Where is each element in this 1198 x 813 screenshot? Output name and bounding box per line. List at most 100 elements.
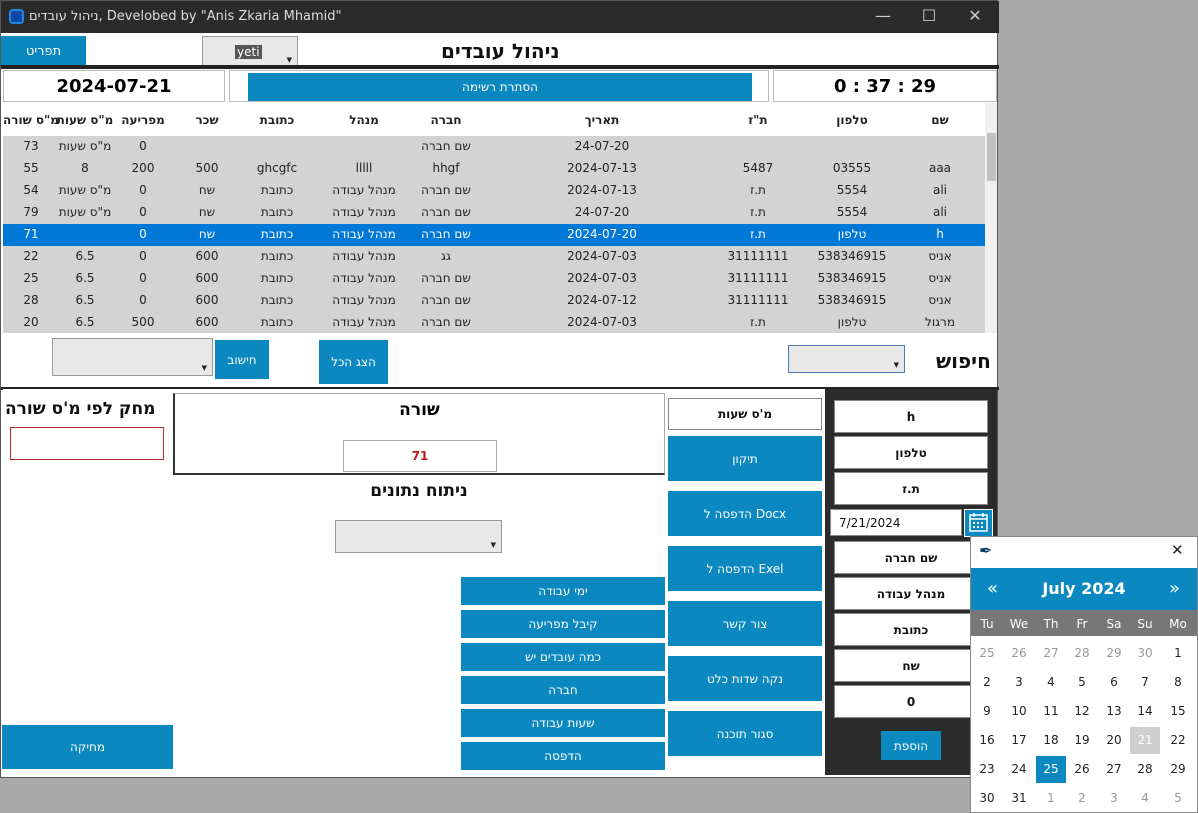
table-row[interactable]: מרגול טלפון ת.ז 2024-07-03 שם חברה מנהל עבודה… [3, 312, 985, 333]
calendar-day[interactable]: 23 [972, 756, 1002, 783]
contact-button[interactable]: צור קשר [668, 601, 822, 646]
employee-count-button[interactable]: כמה עובדים יש [461, 643, 665, 671]
calendar-day[interactable]: 10 [1004, 698, 1034, 725]
table-row[interactable]: אניס 538346915 31111111 2024-07-03 גג מנהל עב… [3, 246, 985, 268]
calendar-day[interactable]: 21 [1130, 727, 1160, 754]
work-hours-button[interactable]: שעות עבודה [461, 709, 665, 737]
calendar-day[interactable]: 2 [1067, 785, 1097, 812]
row-number-field[interactable]: 71 [343, 440, 497, 472]
table-row[interactable]: אניס 538346915 31111111 2024-07-12 שם חברה מנ… [3, 290, 985, 312]
company-button[interactable]: חברה [461, 676, 665, 704]
table-row[interactable]: ali 5554 ת.ז 2024-07-13 שם חברה מנהל עבודה כתו… [3, 180, 985, 202]
table-row[interactable]: ali 5554 ת.ז 24-07-20 שם חברה מנהל עבודה כתובת… [3, 202, 985, 224]
maximize-icon[interactable]: ☐ [909, 5, 949, 27]
calendar-day[interactable]: 5 [1163, 785, 1193, 812]
calendar-day[interactable]: 9 [972, 698, 1002, 725]
print-excel-button[interactable]: הדפסה ל Exel [668, 546, 822, 591]
name-field[interactable]: h [834, 400, 988, 433]
minimize-icon[interactable]: — [863, 5, 903, 27]
calendar-day[interactable]: 24 [1004, 756, 1034, 783]
calendar-day[interactable]: 30 [972, 785, 1002, 812]
address-field[interactable]: כתובת [834, 613, 988, 646]
delete-button[interactable]: מחיקה [2, 725, 173, 769]
next-month-button[interactable]: » [1169, 578, 1180, 599]
table-scrollbar[interactable] [985, 103, 997, 333]
calendar-day[interactable]: 11 [1036, 698, 1066, 725]
col-company[interactable]: חברה [430, 113, 461, 127]
date-input[interactable]: 7/21/2024 [830, 509, 962, 536]
calendar-day[interactable]: 7 [1130, 669, 1160, 696]
employees-table[interactable]: שם טלפון ת"ז תאריך חברה מנהל כתובת שכר מ… [3, 103, 985, 333]
calendar-day[interactable]: 16 [972, 727, 1002, 754]
calendar-day[interactable]: 28 [1130, 756, 1160, 783]
calendar-day[interactable]: 29 [1163, 756, 1193, 783]
show-all-button[interactable]: הצג הכל [319, 340, 388, 384]
close-icon[interactable]: ✕ [1171, 541, 1184, 559]
col-date[interactable]: תאריך [585, 113, 620, 127]
company-field[interactable]: שם חברה [834, 541, 988, 574]
col-row-num[interactable]: מ"ס שורה [3, 113, 59, 127]
col-address[interactable]: כתובת [260, 113, 295, 127]
close-icon[interactable]: ✕ [955, 5, 995, 27]
id-field[interactable]: ת.ז [834, 472, 988, 505]
col-id[interactable]: ת"ז [748, 113, 767, 127]
advance-field[interactable]: 0 [834, 685, 988, 718]
calendar-day[interactable]: 26 [1004, 640, 1034, 667]
analysis-combo[interactable]: ▼ [335, 520, 502, 553]
calendar-day[interactable]: 18 [1036, 727, 1066, 754]
calendar-day[interactable]: 13 [1099, 698, 1129, 725]
calc-button[interactable]: חישוב [215, 340, 269, 379]
calendar-day[interactable]: 12 [1067, 698, 1097, 725]
calendar-day[interactable]: 22 [1163, 727, 1193, 754]
calendar-day[interactable]: 31 [1004, 785, 1034, 812]
calendar-day[interactable]: 28 [1067, 640, 1097, 667]
table-row[interactable]: aaa 03555 5487 2024-07-13 hhgf lllll ghcgfc 500… [3, 158, 985, 180]
clear-fields-button[interactable]: נקה שדות כלט [668, 656, 822, 701]
calendar-day[interactable]: 17 [1004, 727, 1034, 754]
col-hours[interactable]: מ"ס שעות [57, 113, 114, 127]
calendar-day[interactable]: 3 [1099, 785, 1129, 812]
table-row[interactable]: אניס 538346915 31111111 2024-07-03 שם חברה מנ… [3, 268, 985, 290]
calendar-day[interactable]: 19 [1067, 727, 1097, 754]
calendar-day[interactable]: 1 [1163, 640, 1193, 667]
calendar-icon[interactable] [964, 509, 993, 537]
table-row[interactable]: h טלפון ת.ז 2024-07-20 שם חברה מנהל עבודה כתוב… [3, 224, 985, 246]
col-name[interactable]: שם [931, 113, 948, 127]
calendar-day[interactable]: 25 [972, 640, 1002, 667]
search-combo[interactable]: ▼ [788, 345, 905, 373]
calendar-day[interactable]: 4 [1130, 785, 1160, 812]
calendar-day[interactable]: 3 [1004, 669, 1034, 696]
edit-button[interactable]: תיקון [668, 436, 822, 481]
col-phone[interactable]: טלפון [836, 113, 868, 127]
calendar-day[interactable]: 27 [1036, 640, 1066, 667]
calendar-day[interactable]: 8 [1163, 669, 1193, 696]
phone-field[interactable]: טלפון [834, 436, 988, 469]
calendar-day[interactable]: 29 [1099, 640, 1129, 667]
col-advance[interactable]: מפריעה [121, 113, 165, 127]
scroll-thumb[interactable] [987, 133, 996, 181]
delete-row-input[interactable] [10, 427, 164, 460]
print-docx-button[interactable]: הדפסה ל Docx [668, 491, 822, 536]
table-row[interactable]: 24-07-20 שם חברה 0 מ"ס שעות 73 [3, 136, 985, 158]
col-manager[interactable]: מנהל [349, 113, 379, 127]
add-button[interactable]: הוספת [881, 731, 941, 760]
hours-field[interactable]: מ'ס שעות [668, 398, 822, 430]
manager-field[interactable]: מנהל עבודה [834, 577, 988, 610]
calendar-day[interactable]: 1 [1036, 785, 1066, 812]
calendar-day[interactable]: 20 [1099, 727, 1129, 754]
workdays-button[interactable]: ימי עבודה [461, 577, 665, 605]
calc-combo[interactable]: ▼ [52, 338, 213, 376]
calendar-day[interactable]: 15 [1163, 698, 1193, 725]
toggle-list-button[interactable]: הסתרת רשימה [248, 73, 752, 101]
col-salary[interactable]: שכר [195, 113, 218, 127]
calendar-day[interactable]: 27 [1099, 756, 1129, 783]
close-app-button[interactable]: סגור תוכנה [668, 711, 822, 756]
calendar-day[interactable]: 30 [1130, 640, 1160, 667]
print-button[interactable]: הדפסה [461, 742, 665, 770]
calendar-day[interactable]: 4 [1036, 669, 1066, 696]
menu-button[interactable]: תפריט [1, 36, 86, 66]
calendar-day[interactable]: 2 [972, 669, 1002, 696]
calendar-day[interactable]: 26 [1067, 756, 1097, 783]
calendar-day[interactable]: 25 [1036, 756, 1066, 783]
calendar-day[interactable]: 5 [1067, 669, 1097, 696]
